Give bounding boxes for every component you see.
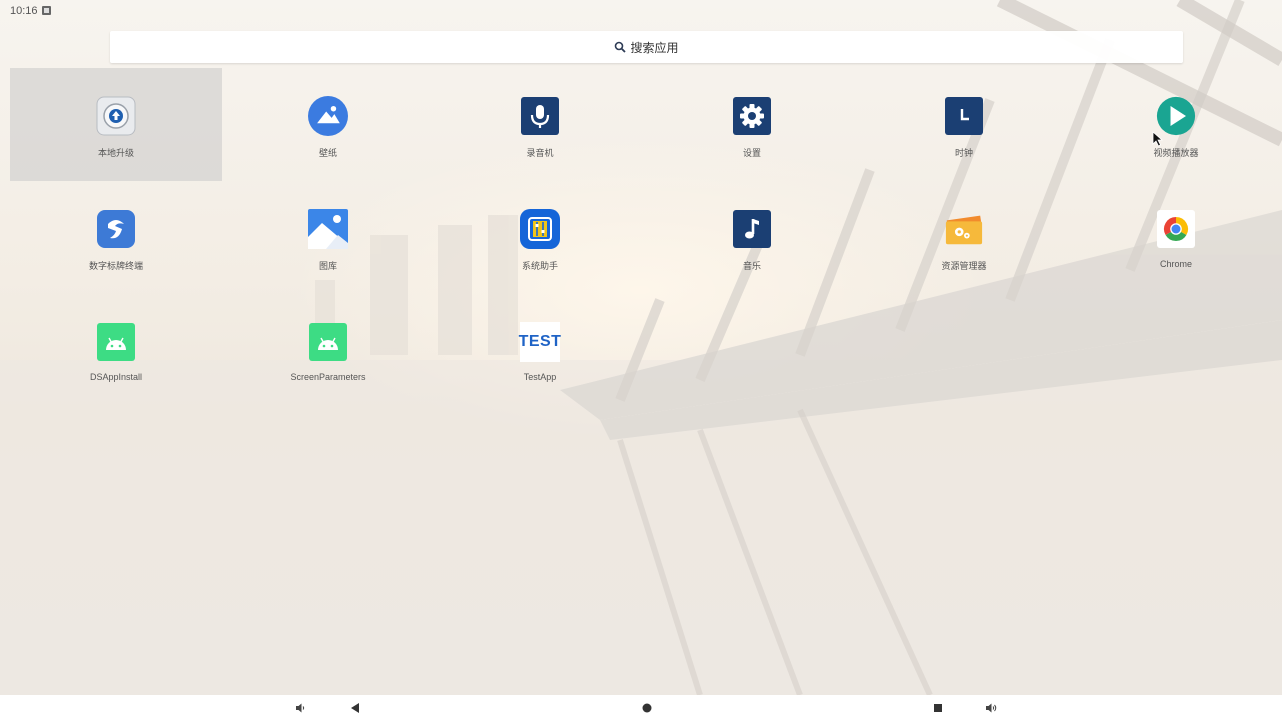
music-note-icon	[732, 209, 772, 249]
app-music[interactable]: 音乐	[646, 181, 858, 294]
play-icon	[1156, 96, 1196, 136]
app-label: DSAppInstall	[89, 372, 143, 382]
app-label: 资源管理器	[941, 261, 987, 271]
app-local-upgrade[interactable]: 本地升级	[10, 68, 222, 181]
app-label: 壁纸	[318, 148, 337, 158]
navigation-bar	[0, 695, 1282, 720]
wallpaper-icon	[308, 96, 348, 136]
status-time: 10:16	[10, 5, 38, 17]
app-ds-app-install[interactable]: DSAppInstall	[10, 294, 222, 407]
gear-icon	[732, 96, 772, 136]
home-icon[interactable]	[640, 701, 654, 715]
app-gallery[interactable]: 图库	[222, 181, 434, 294]
folder-gear-icon	[944, 209, 984, 249]
app-screen-parameters[interactable]: ScreenParameters	[222, 294, 434, 407]
app-chrome[interactable]: Chrome	[1070, 181, 1282, 294]
signage-icon	[96, 209, 136, 249]
search-label: 搜索应用	[630, 40, 679, 55]
app-settings[interactable]: 设置	[646, 68, 858, 181]
test-icon-text: TEST	[518, 333, 562, 350]
app-label: 图库	[318, 261, 337, 271]
microphone-icon	[520, 96, 560, 136]
app-label: 音乐	[742, 261, 761, 271]
app-file-manager[interactable]: 资源管理器	[858, 181, 1070, 294]
app-label: ScreenParameters	[290, 372, 366, 382]
app-wallpaper[interactable]: 壁纸	[222, 68, 434, 181]
app-test-app[interactable]: TEST TestApp	[434, 294, 646, 407]
app-recorder[interactable]: 录音机	[434, 68, 646, 181]
app-label: 时钟	[954, 148, 973, 158]
test-icon: TEST	[518, 322, 562, 362]
android-icon	[308, 322, 348, 362]
android-icon	[96, 322, 136, 362]
app-label: Chrome	[1159, 259, 1192, 269]
mouse-cursor-icon	[1152, 131, 1164, 147]
system-helper-icon	[520, 209, 560, 249]
app-label: TestApp	[523, 372, 557, 382]
app-label: 数字标牌终端	[88, 261, 143, 271]
app-label: 本地升级	[97, 148, 134, 158]
volume-down-icon[interactable]	[294, 701, 308, 715]
search-icon	[615, 41, 627, 53]
notification-icon	[42, 6, 51, 15]
app-video-player[interactable]: 视频播放器	[1070, 68, 1282, 181]
clock-icon	[944, 96, 984, 136]
app-digital-signage[interactable]: 数字标牌终端	[10, 181, 222, 294]
app-clock[interactable]: 时钟	[858, 68, 1070, 181]
app-label: 录音机	[526, 148, 554, 158]
recents-icon[interactable]	[931, 701, 945, 715]
volume-up-icon[interactable]	[985, 701, 999, 715]
status-bar: 10:16	[0, 0, 1282, 22]
gallery-icon	[308, 209, 348, 249]
app-system-helper[interactable]: 系统助手	[434, 181, 646, 294]
app-label: 系统助手	[521, 261, 558, 271]
app-label: 视频播放器	[1153, 148, 1199, 158]
app-label: 设置	[742, 148, 761, 158]
upgrade-icon	[96, 96, 136, 136]
search-bar[interactable]: 搜索应用	[110, 31, 1183, 63]
chrome-icon	[1156, 209, 1196, 249]
back-icon[interactable]	[348, 701, 362, 715]
